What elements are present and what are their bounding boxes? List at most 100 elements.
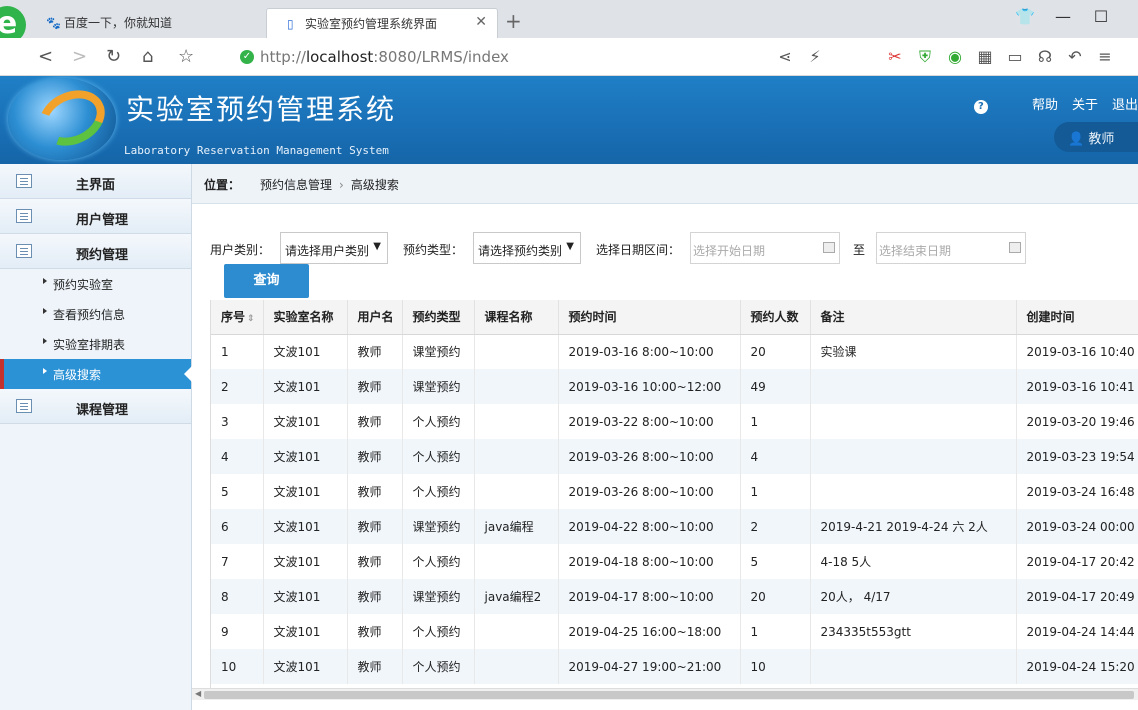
sidebar-item-book-lab[interactable]: 预约实验室 — [0, 269, 191, 299]
table-row[interactable]: 9 文波101 教师 个人预约 2019-04-25 16:00~18:00 1 23433… — [211, 614, 1138, 649]
cell-note — [810, 649, 1017, 684]
apps-icon[interactable]: ▦ — [970, 47, 1000, 66]
cell-created: 2019-03-24 00:00 — [1016, 509, 1138, 544]
sidebar-item-advanced-search[interactable]: 高级搜索 — [0, 359, 192, 389]
circle-icon[interactable]: ◉ — [940, 47, 970, 66]
user-role-badge[interactable]: 👤 教师 — [1054, 122, 1138, 152]
help-icon[interactable]: ? — [973, 100, 988, 114]
cell-index: 10 — [211, 649, 264, 684]
maximize-button[interactable]: ☐ — [1082, 7, 1120, 26]
start-date-placeholder: 选择开始日期 — [693, 244, 766, 258]
sidebar-item-view-reservations[interactable]: 查看预约信息 — [0, 299, 191, 329]
col-header-lab[interactable]: 实验室名称 — [263, 300, 348, 335]
headphone-icon[interactable]: ☊ — [1030, 47, 1060, 66]
cell-index: 8 — [211, 579, 264, 614]
cell-user: 教师 — [347, 334, 403, 369]
caret-right-icon — [43, 278, 47, 284]
horizontal-scrollbar[interactable]: ◀ — [192, 688, 1138, 700]
back-icon[interactable]: < — [38, 46, 53, 67]
dropdown-caret-icon: ▼ — [566, 241, 574, 252]
start-date-input[interactable]: 选择开始日期 — [690, 232, 840, 264]
share-icon[interactable]: ⋖ — [770, 47, 800, 66]
help-link[interactable]: 帮助 — [1032, 98, 1058, 113]
query-button[interactable]: 查询 — [224, 264, 309, 298]
sort-icon[interactable]: ⇕ — [247, 314, 255, 324]
col-header-count[interactable]: 预约人数 — [740, 300, 811, 335]
col-header-created[interactable]: 创建时间 — [1016, 300, 1138, 335]
cut-icon[interactable]: ✂ — [880, 47, 910, 66]
lightning-icon[interactable]: ⚡ — [800, 47, 830, 66]
user-type-value: 请选择用户类别 — [285, 244, 370, 258]
new-tab-button[interactable]: + — [505, 9, 522, 33]
cell-note — [810, 404, 1017, 439]
results-table: 序号 ⇕ 实验室名称 用户名 预约类型 课程名称 预约时间 预约人数 备注 创建时… — [210, 300, 1138, 688]
reload-icon[interactable]: ↻ — [106, 46, 121, 67]
logout-link[interactable]: 退出 — [1112, 98, 1138, 113]
table-row[interactable]: 8 文波101 教师 课堂预约 java编程2 2019-04-17 8:00~10:00… — [211, 579, 1138, 614]
undo-icon[interactable]: ↶ — [1060, 47, 1090, 66]
table-header-row: 序号 ⇕ 实验室名称 用户名 预约类型 课程名称 预约时间 预约人数 备注 创建时… — [211, 300, 1138, 335]
forward-icon[interactable]: > — [72, 46, 87, 67]
breadcrumb-label: 位置： — [204, 178, 241, 192]
col-header-course[interactable]: 课程名称 — [474, 300, 559, 335]
scroll-left-icon[interactable]: ◀ — [195, 689, 201, 698]
cell-course — [474, 614, 559, 649]
cell-course — [474, 334, 559, 369]
cell-course — [474, 474, 559, 509]
col-header-index[interactable]: 序号 ⇕ — [211, 300, 264, 335]
end-date-input[interactable]: 选择结束日期 — [876, 232, 1026, 264]
user-type-select[interactable]: 请选择用户类别 ▼ — [280, 232, 388, 264]
sidebar-group-home[interactable]: 主界面 — [0, 164, 191, 199]
col-header-label: 序号 — [221, 310, 246, 325]
close-tab-icon[interactable]: ✕ — [475, 14, 487, 30]
cell-created: 2019-03-23 19:54 — [1016, 439, 1138, 474]
table-row[interactable]: 1 文波101 教师 课堂预约 2019-03-16 8:00~10:00 20 实验课 20… — [211, 334, 1138, 369]
shirt-icon[interactable]: 👕 — [1006, 7, 1044, 26]
star-icon[interactable]: ☆ — [178, 46, 194, 67]
cell-type: 个人预约 — [402, 649, 475, 684]
sidebar-group-courses[interactable]: 课程管理 — [0, 389, 191, 424]
cell-index: 3 — [211, 404, 264, 439]
sidebar-group-reservations[interactable]: 预约管理 — [0, 234, 191, 269]
app-title: 实验室预约管理系统 — [126, 93, 397, 126]
cell-user: 教师 — [347, 509, 403, 544]
cell-note — [810, 439, 1017, 474]
table-row[interactable]: 3 文波101 教师 个人预约 2019-03-22 8:00~10:00 1 2019-0… — [211, 404, 1138, 439]
browser-tab-bar: e 🐾 百度一下，你就知道 ▯ 实验室预约管理系统界面 ✕ + 👕 — ☐ — [0, 0, 1138, 44]
table-row[interactable]: 7 文波101 教师 个人预约 2019-04-18 8:00~10:00 5 4-18 5… — [211, 544, 1138, 579]
calendar-icon[interactable] — [823, 242, 835, 253]
col-header-type[interactable]: 预约类型 — [402, 300, 475, 335]
cell-note — [810, 369, 1017, 404]
cell-user: 教师 — [347, 649, 403, 684]
cell-index: 9 — [211, 614, 264, 649]
cell-time: 2019-04-17 8:00~10:00 — [558, 579, 741, 614]
tab-lrms[interactable]: ▯ 实验室预约管理系统界面 ✕ — [266, 8, 498, 38]
cell-index: 2 — [211, 369, 264, 404]
tab-baidu[interactable]: 🐾 百度一下，你就知道 — [26, 8, 266, 38]
scrollbar-thumb[interactable] — [204, 691, 1134, 699]
shield-icon[interactable]: ⛨ — [910, 47, 940, 67]
table-row[interactable]: 4 文波101 教师 个人预约 2019-03-26 8:00~10:00 4 2019-0… — [211, 439, 1138, 474]
cell-created: 2019-04-17 20:42 — [1016, 544, 1138, 579]
table-row[interactable]: 10 文波101 教师 个人预约 2019-04-27 19:00~21:00 10 201… — [211, 649, 1138, 684]
battery-icon[interactable]: ▭ — [1000, 47, 1030, 66]
cell-course — [474, 544, 559, 579]
booking-type-select[interactable]: 请选择预约类别 ▼ — [473, 232, 581, 264]
col-header-time[interactable]: 预约时间 — [558, 300, 741, 335]
sidebar-group-users[interactable]: 用户管理 — [0, 199, 191, 234]
col-header-note[interactable]: 备注 — [810, 300, 1017, 335]
about-link[interactable]: 关于 — [1072, 98, 1098, 113]
url-field[interactable]: ✓ http://localhost:8080/LRMS/index — [238, 44, 758, 70]
breadcrumb-item[interactable]: 预约信息管理 — [260, 178, 332, 192]
tab-title: 实验室预约管理系统界面 — [305, 17, 438, 31]
home-icon[interactable]: ⌂ — [142, 46, 153, 67]
table-row[interactable]: 6 文波101 教师 课堂预约 java编程 2019-04-22 8:00~10:00 2… — [211, 509, 1138, 544]
more-icon[interactable]: ≡ — [1090, 47, 1120, 66]
col-header-user[interactable]: 用户名 — [347, 300, 403, 335]
sidebar-item-lab-schedule[interactable]: 实验室排期表 — [0, 329, 191, 359]
table-row[interactable]: 2 文波101 教师 课堂预约 2019-03-16 10:00~12:00 49 2019… — [211, 369, 1138, 404]
cell-created: 2019-03-20 19:46 — [1016, 404, 1138, 439]
table-row[interactable]: 5 文波101 教师 个人预约 2019-03-26 8:00~10:00 1 2019-0… — [211, 474, 1138, 509]
calendar-icon[interactable] — [1009, 242, 1021, 253]
minimize-button[interactable]: — — [1044, 7, 1082, 26]
